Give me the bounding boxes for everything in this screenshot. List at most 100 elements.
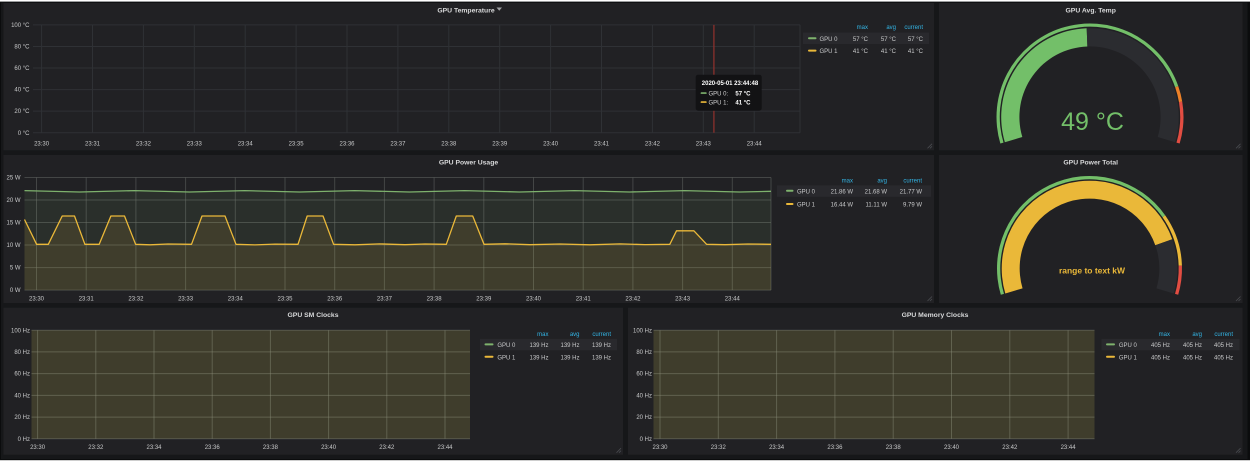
svg-text:current: current (904, 25, 923, 31)
svg-text:avg: avg (570, 332, 580, 338)
svg-text:23:42: 23:42 (645, 141, 661, 147)
svg-text:GPU Temperature: GPU Temperature (437, 7, 495, 14)
svg-text:23:40: 23:40 (321, 445, 337, 451)
svg-text:60 Hz: 60 Hz (14, 372, 30, 378)
svg-text:139 Hz: 139 Hz (592, 343, 611, 349)
svg-text:23:34: 23:34 (238, 141, 254, 147)
svg-text:23:30: 23:30 (30, 445, 46, 451)
svg-text:40 °C: 40 °C (14, 88, 30, 94)
svg-text:5 W: 5 W (10, 266, 21, 272)
svg-text:23:36: 23:36 (339, 141, 355, 147)
svg-text:25 W: 25 W (6, 176, 20, 182)
svg-text:21.86 W: 21.86 W (831, 189, 854, 195)
svg-text:max: max (857, 25, 868, 31)
svg-text:23:41: 23:41 (576, 297, 592, 303)
svg-text:GPU 0: GPU 0 (1119, 343, 1138, 349)
svg-text:23:31: 23:31 (85, 141, 101, 147)
svg-text:405 Hz: 405 Hz (1183, 343, 1202, 349)
svg-text:23:34: 23:34 (769, 445, 785, 451)
svg-text:23:43: 23:43 (696, 141, 712, 147)
svg-text:max: max (842, 178, 853, 184)
svg-text:GPU 0: GPU 0 (820, 37, 839, 43)
svg-text:GPU 1:: GPU 1: (709, 101, 729, 107)
svg-text:23:38: 23:38 (441, 141, 457, 147)
svg-text:23:34: 23:34 (228, 297, 244, 303)
svg-text:20 W: 20 W (6, 198, 20, 204)
svg-text:41 °C: 41 °C (881, 49, 897, 55)
svg-text:GPU 1: GPU 1 (497, 355, 516, 361)
svg-text:23:44: 23:44 (437, 445, 453, 451)
svg-text:405 Hz: 405 Hz (1183, 355, 1202, 361)
svg-text:57 °C: 57 °C (853, 37, 869, 43)
svg-text:23:38: 23:38 (427, 297, 443, 303)
svg-text:49 °C: 49 °C (1061, 108, 1124, 136)
svg-text:23:32: 23:32 (711, 445, 727, 451)
svg-text:139 Hz: 139 Hz (592, 355, 611, 361)
svg-text:21.68 W: 21.68 W (865, 189, 888, 195)
svg-text:11.11 W: 11.11 W (866, 203, 888, 209)
svg-text:57 °C: 57 °C (881, 37, 897, 43)
svg-text:41 °C: 41 °C (735, 101, 751, 107)
svg-text:23:41: 23:41 (594, 141, 610, 147)
svg-text:23:44: 23:44 (747, 141, 763, 147)
svg-text:23:37: 23:37 (390, 141, 406, 147)
svg-text:current: current (1214, 332, 1233, 338)
svg-text:GPU Power Total: GPU Power Total (1063, 159, 1118, 166)
svg-text:23:40: 23:40 (526, 297, 542, 303)
svg-text:139 Hz: 139 Hz (560, 343, 579, 349)
svg-text:23:36: 23:36 (205, 445, 221, 451)
svg-text:avg: avg (1192, 332, 1202, 338)
svg-text:40 Hz: 40 Hz (14, 394, 30, 400)
svg-text:23:37: 23:37 (377, 297, 393, 303)
svg-text:20 Hz: 20 Hz (14, 415, 30, 421)
svg-text:max: max (1159, 332, 1170, 338)
svg-text:0 Hz: 0 Hz (18, 437, 30, 443)
svg-text:max: max (537, 332, 548, 338)
svg-text:20 °C: 20 °C (14, 109, 30, 115)
svg-text:100 Hz: 100 Hz (11, 328, 30, 334)
svg-text:23:40: 23:40 (944, 445, 960, 451)
svg-text:range to text kW: range to text kW (1059, 265, 1126, 275)
svg-text:GPU 1: GPU 1 (797, 203, 816, 209)
svg-text:405 Hz: 405 Hz (1151, 343, 1170, 349)
svg-text:23:34: 23:34 (146, 445, 162, 451)
svg-text:60 °C: 60 °C (14, 66, 30, 72)
svg-text:23:32: 23:32 (128, 297, 144, 303)
svg-text:23:31: 23:31 (79, 297, 95, 303)
svg-text:23:43: 23:43 (675, 297, 691, 303)
svg-text:80 Hz: 80 Hz (636, 350, 652, 356)
svg-text:0 Hz: 0 Hz (640, 437, 652, 443)
svg-text:23:42: 23:42 (625, 297, 641, 303)
svg-text:23:39: 23:39 (492, 141, 508, 147)
svg-text:23:40: 23:40 (543, 141, 559, 147)
svg-text:9.79 W: 9.79 W (903, 203, 922, 209)
svg-text:0 °C: 0 °C (18, 131, 30, 137)
svg-text:current: current (903, 178, 922, 184)
svg-text:80 Hz: 80 Hz (14, 350, 30, 356)
svg-text:23:38: 23:38 (263, 445, 279, 451)
svg-text:405 Hz: 405 Hz (1151, 355, 1170, 361)
svg-text:405 Hz: 405 Hz (1214, 355, 1233, 361)
svg-text:23:44: 23:44 (1061, 445, 1077, 451)
svg-text:GPU 0: GPU 0 (797, 189, 816, 195)
svg-text:23:36: 23:36 (327, 297, 343, 303)
svg-text:23:39: 23:39 (476, 297, 492, 303)
svg-text:23:30: 23:30 (34, 141, 50, 147)
svg-text:80 °C: 80 °C (14, 45, 30, 51)
svg-text:avg: avg (886, 25, 896, 31)
svg-text:GPU 0:: GPU 0: (709, 92, 729, 98)
svg-text:139 Hz: 139 Hz (529, 355, 548, 361)
svg-text:GPU Avg. Temp: GPU Avg. Temp (1066, 7, 1116, 14)
svg-text:16.44 W: 16.44 W (831, 203, 854, 209)
svg-text:GPU 1: GPU 1 (820, 49, 839, 55)
svg-text:21.77 W: 21.77 W (900, 189, 923, 195)
svg-text:23:35: 23:35 (289, 141, 305, 147)
svg-text:405 Hz: 405 Hz (1214, 343, 1233, 349)
svg-text:23:44: 23:44 (725, 297, 741, 303)
svg-text:GPU Memory Clocks: GPU Memory Clocks (902, 312, 969, 319)
svg-text:23:38: 23:38 (886, 445, 902, 451)
svg-text:100 °C: 100 °C (11, 23, 30, 29)
svg-text:0 W: 0 W (10, 288, 21, 294)
svg-text:23:30: 23:30 (29, 297, 45, 303)
svg-text:20 Hz: 20 Hz (636, 415, 652, 421)
